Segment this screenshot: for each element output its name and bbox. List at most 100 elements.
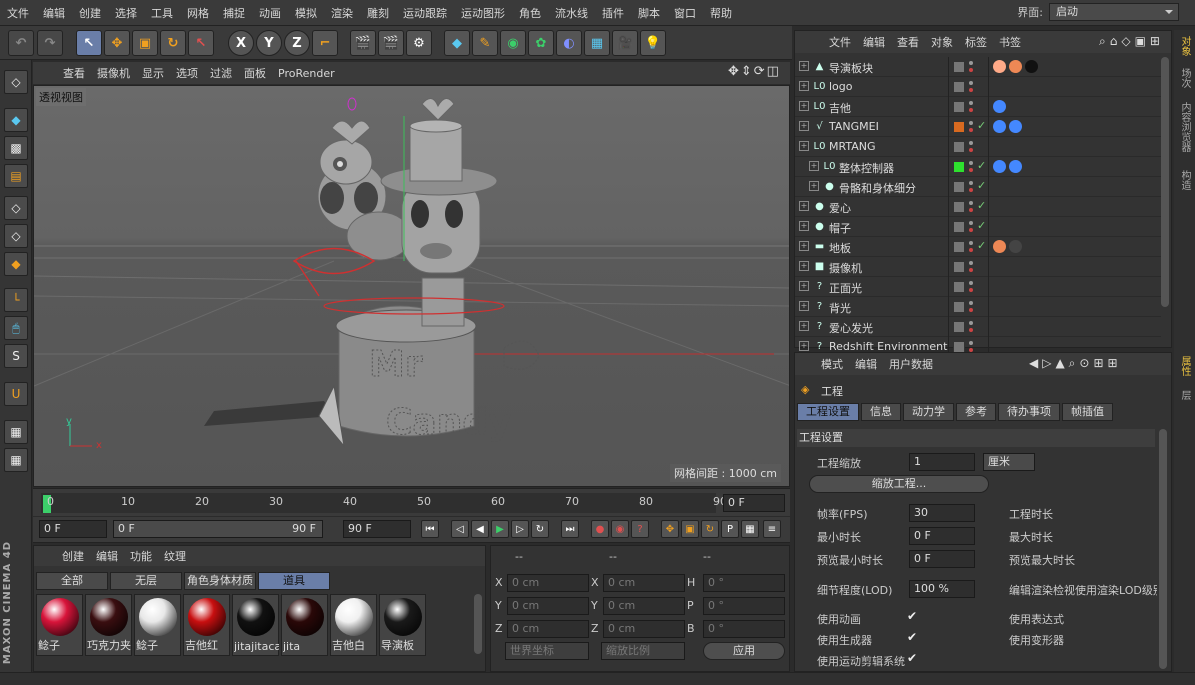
material-scrollbar[interactable] xyxy=(474,594,482,654)
menu-item[interactable]: 动画 xyxy=(252,5,288,21)
layout-select[interactable]: 启动 xyxy=(1049,3,1179,21)
texture-mode-icon[interactable]: ▩ xyxy=(4,136,28,160)
subdivision-icon[interactable]: ◉ xyxy=(500,30,526,56)
timeline-track[interactable]: 0 10 20 30 40 50 60 70 80 90 xyxy=(41,493,727,513)
coord-field[interactable]: 0 cm xyxy=(507,597,589,615)
dock-tab[interactable]: 场次 xyxy=(1177,68,1192,88)
coord-field[interactable]: 0 ° xyxy=(703,574,785,592)
keyframe-selection-icon[interactable]: ? xyxy=(631,520,649,538)
layer-swatch[interactable] xyxy=(953,301,965,313)
undo-button[interactable]: ↶ xyxy=(8,30,34,56)
object-menu-item[interactable]: 文件 xyxy=(823,34,857,50)
viewport-nav-icons[interactable]: ✥⇕⟳◫ xyxy=(728,64,781,79)
snap-icon[interactable]: S xyxy=(4,344,28,368)
material-menu-item[interactable]: 功能 xyxy=(124,548,158,564)
material-menu-item[interactable]: 纹理 xyxy=(158,548,192,564)
polygons-mode-icon[interactable]: ◆ xyxy=(4,252,28,276)
coord-field[interactable]: 0 cm xyxy=(507,620,589,638)
menu-item[interactable]: 运动跟踪 xyxy=(396,5,454,21)
object-row[interactable]: + ▬ 地板 ✓ xyxy=(795,237,1161,257)
object-search-icon[interactable]: ⌕⌂◇▣⊞ xyxy=(1099,34,1164,49)
perspective-viewport[interactable]: 透视视图 Mr Candy y x 网格间距: 1000 cm xyxy=(33,85,790,487)
preview-min-field[interactable]: 0 F xyxy=(909,550,975,568)
dock-tab[interactable]: 层 xyxy=(1177,390,1192,400)
coord-field[interactable]: 0 cm xyxy=(507,574,589,592)
use-generators-check[interactable]: ✔ xyxy=(907,630,917,644)
object-menu-item[interactable]: 查看 xyxy=(891,34,925,50)
min-time-field[interactable]: 0 F xyxy=(909,527,975,545)
menu-item[interactable]: 编辑 xyxy=(36,5,72,21)
coordinate-system-icon[interactable]: ⌐ xyxy=(312,30,338,56)
material-menu-item[interactable]: 创建 xyxy=(56,548,90,564)
enabled-check-icon[interactable]: ✓ xyxy=(977,199,986,212)
coord-field[interactable]: 0 cm xyxy=(603,597,685,615)
attribute-tab[interactable]: 待办事项 xyxy=(998,403,1060,421)
z-axis-button[interactable]: Z xyxy=(284,30,310,56)
world-coords-select[interactable]: 世界坐标 xyxy=(505,642,589,660)
viewport-menu-item[interactable]: 面板 xyxy=(238,65,272,81)
menu-item[interactable]: 渲染 xyxy=(324,5,360,21)
edges-mode-icon[interactable]: ◇ xyxy=(4,224,28,248)
menu-item[interactable]: 流水线 xyxy=(548,5,595,21)
dock-tab[interactable]: 对象 xyxy=(1177,36,1192,56)
attribute-tab[interactable]: 参考 xyxy=(956,403,996,421)
points-mode-icon[interactable]: ◇ xyxy=(4,196,28,220)
record-keys-icon[interactable]: ● xyxy=(591,520,609,538)
magnet-icon[interactable]: U xyxy=(4,382,28,406)
next-key-icon[interactable]: ↻ xyxy=(531,520,549,538)
attribute-menu-item[interactable]: 编辑 xyxy=(849,356,883,372)
lod-field[interactable]: 100 % xyxy=(909,580,975,598)
menu-item[interactable]: 工具 xyxy=(144,5,180,21)
attribute-menu-item[interactable]: 模式 xyxy=(815,356,849,372)
object-tag-icon[interactable] xyxy=(993,60,1006,73)
attribute-menu-item[interactable]: 用户数据 xyxy=(883,356,939,372)
object-tag-icon[interactable] xyxy=(993,240,1006,253)
autokey-icon[interactable]: ◉ xyxy=(611,520,629,538)
scale-mode-select[interactable]: 缩放比例 xyxy=(601,642,685,660)
visibility-dots[interactable] xyxy=(969,100,973,114)
material-menu-item[interactable]: 编辑 xyxy=(90,548,124,564)
viewport-menu-item[interactable]: 查看 xyxy=(57,65,91,81)
live-select-tool-icon[interactable]: ↖ xyxy=(76,30,102,56)
layer-swatch[interactable] xyxy=(953,161,965,173)
visibility-dots[interactable] xyxy=(969,300,973,314)
menu-item[interactable]: 插件 xyxy=(595,5,631,21)
layer-swatch[interactable] xyxy=(953,141,965,153)
menu-item[interactable]: 文件 xyxy=(0,5,36,21)
cube-icon[interactable]: ◆ xyxy=(444,30,470,56)
material-swatch[interactable]: jitajitaca xyxy=(232,594,279,656)
move-tool-icon[interactable]: ✥ xyxy=(104,30,130,56)
viewport-menu-item[interactable]: 过滤 xyxy=(204,65,238,81)
frame-range-slider[interactable]: 0 F 90 F xyxy=(113,520,323,538)
material-swatch[interactable]: 导演板 xyxy=(379,594,426,656)
object-tag-icon[interactable] xyxy=(1009,60,1022,73)
dock-tab[interactable]: 属性 xyxy=(1177,356,1192,376)
layer-swatch[interactable] xyxy=(953,101,965,113)
material-swatch[interactable]: 鲶子 xyxy=(36,594,83,656)
visibility-dots[interactable] xyxy=(969,200,973,214)
lock-workplane-icon[interactable]: ▦ xyxy=(4,420,28,444)
visibility-dots[interactable] xyxy=(969,240,973,254)
x-axis-button[interactable]: X xyxy=(228,30,254,56)
y-axis-button[interactable]: Y xyxy=(256,30,282,56)
cloner-icon[interactable]: ✿ xyxy=(528,30,554,56)
object-row[interactable]: +? 正面光 xyxy=(795,277,1161,297)
next-frame-icon[interactable]: ▷ xyxy=(511,520,529,538)
object-tag-icon[interactable] xyxy=(1025,60,1038,73)
apply-button[interactable]: 应用 xyxy=(703,642,785,660)
expand-icon[interactable]: + xyxy=(799,221,809,231)
use-animation-check[interactable]: ✔ xyxy=(907,609,917,623)
pen-icon[interactable]: ✎ xyxy=(472,30,498,56)
start-frame-field[interactable]: 0 F xyxy=(39,520,107,538)
material-tab[interactable]: 角色身体材质 xyxy=(184,572,256,590)
menu-item[interactable]: 捕捉 xyxy=(216,5,252,21)
expand-icon[interactable]: + xyxy=(799,281,809,291)
expand-icon[interactable]: + xyxy=(799,81,809,91)
go-to-end-icon[interactable]: ⏭ xyxy=(561,520,579,538)
dock-tab[interactable]: 构造 xyxy=(1177,170,1192,190)
end-frame-field[interactable]: 90 F xyxy=(343,520,411,538)
object-menu-item[interactable]: 标签 xyxy=(959,34,993,50)
render-view-icon[interactable]: 🎬 xyxy=(350,30,376,56)
menu-item[interactable]: 角色 xyxy=(512,5,548,21)
scale-project-button[interactable]: 缩放工程... xyxy=(809,475,989,493)
